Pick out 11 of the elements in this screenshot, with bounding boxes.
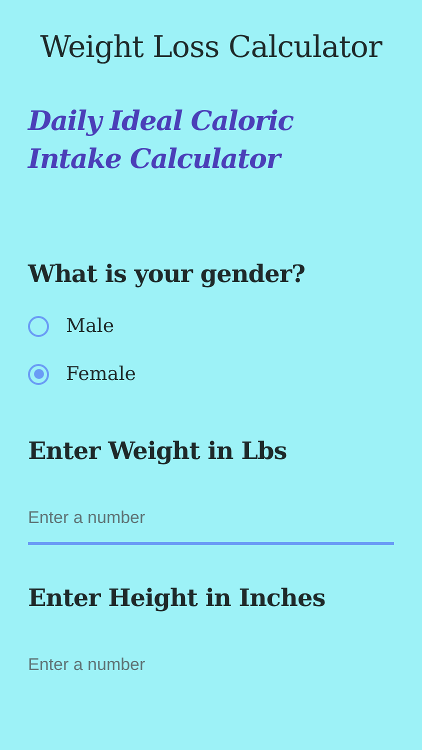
radio-button[interactable] [28, 364, 49, 384]
number-input-field[interactable]: Enter a number [28, 499, 394, 545]
app-title: Weight Loss Calculator [39, 30, 384, 65]
radio-label[interactable]: Female [66, 363, 136, 385]
number-input-field[interactable]: Enter a number [28, 646, 394, 692]
gender-question: What is your gender? [28, 259, 306, 288]
field-label: Enter Height in Inches [28, 583, 326, 612]
radio-label[interactable]: Male [66, 315, 114, 337]
calculator-subtitle: Daily Ideal Caloric Intake Calculator [28, 105, 294, 177]
field-label: Enter Weight in Lbs [28, 436, 288, 465]
radio-button[interactable] [28, 316, 49, 336]
